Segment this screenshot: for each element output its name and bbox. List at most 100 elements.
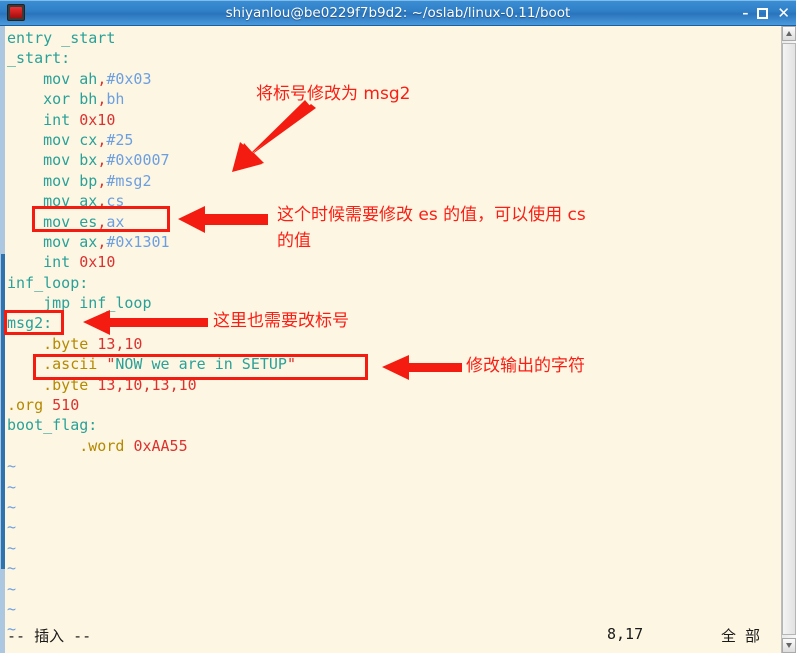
code-token: .ascii [7, 355, 107, 374]
code-token: ax [79, 232, 98, 251]
code-token: inf_loop: [7, 273, 89, 292]
vim-mode-indicator: -- 插入 -- [7, 627, 92, 645]
code-line: ~ [7, 497, 296, 517]
code-token: .org [7, 396, 53, 415]
code-token: , [97, 171, 107, 190]
code-token: _start: [7, 49, 71, 68]
code-token: 0x10 [79, 253, 116, 272]
code-token: mov [7, 232, 80, 251]
code-token: 13 [151, 375, 170, 394]
code-token: ~ [7, 457, 17, 476]
code-token: 13 [97, 375, 116, 394]
code-line: jmp inf_loop [7, 293, 296, 313]
code-token: ax [106, 212, 125, 231]
code-token: , [142, 375, 152, 394]
code-token: cx [79, 130, 98, 149]
code-token: ~ [7, 599, 17, 618]
code-token: int [7, 110, 80, 129]
code-token: 10 [124, 375, 143, 394]
code-line: msg2: [7, 313, 296, 333]
code-line: mov ax,cs [7, 191, 296, 211]
code-line: inf_loop: [7, 273, 296, 293]
code-token: .word [7, 436, 134, 455]
code-line: int 0x10 [7, 252, 296, 272]
code-token: 10 [124, 334, 143, 353]
code-token: NOW we are in SETUP [115, 355, 287, 374]
code-token: 0xAA55 [133, 436, 188, 455]
code-line: ~ [7, 517, 296, 537]
code-token: int [7, 253, 80, 272]
code-line: ~ [7, 538, 296, 558]
minimize-button[interactable]: – [742, 7, 748, 19]
code-token: entry _start [7, 29, 116, 47]
code-token: mov [7, 171, 80, 190]
vim-left-edge-bottom [1, 569, 5, 653]
code-token: msg2: [7, 314, 53, 333]
code-token: ~ [7, 579, 17, 598]
code-line: ~ [7, 456, 296, 476]
window-titlebar[interactable]: shiyanlou@be0229f7b9d2: ~/oslab/linux-0.… [0, 0, 796, 26]
code-token: , [97, 90, 107, 109]
code-line: .ascii "NOW we are in SETUP" [7, 354, 296, 374]
vim-left-edge-middle [1, 254, 5, 569]
code-line: mov bx,#0x0007 [7, 150, 296, 170]
code-line: entry _start [7, 28, 296, 48]
code-line: boot_flag: [7, 415, 296, 435]
close-button[interactable]: ✕ [777, 5, 790, 21]
code-token: , [97, 151, 107, 170]
code-token: , [169, 375, 179, 394]
code-token: bx [79, 151, 98, 170]
code-token: mov [7, 151, 80, 170]
code-line: .byte 13,10,13,10 [7, 375, 296, 395]
code-token: jmp inf_loop [7, 294, 152, 313]
code-line: .byte 13,10 [7, 334, 296, 354]
code-token: boot_flag: [7, 416, 98, 435]
scroll-percent: 全 部 [721, 627, 761, 645]
code-token: mov [7, 212, 80, 231]
vim-status-bar: -- 插入 -- 8,17 全 部 [7, 625, 777, 647]
maximize-button[interactable] [757, 7, 769, 19]
code-token: , [97, 192, 107, 211]
code-token: #25 [106, 130, 134, 149]
code-token: mov [7, 130, 80, 149]
code-token: 10 [178, 375, 197, 394]
code-line: mov ah,#0x03 [7, 69, 296, 89]
code-line: ~ [7, 477, 296, 497]
code-token: bh [106, 90, 125, 109]
code-token: , [97, 69, 107, 88]
code-token: 13 [97, 334, 116, 353]
code-token: ax [79, 192, 98, 211]
code-line: xor bh,bh [7, 89, 296, 109]
window-controls: – ✕ [742, 0, 790, 26]
code-token: mov [7, 69, 80, 88]
code-token: #0x0007 [106, 151, 170, 170]
vim-left-edge-top [1, 26, 5, 254]
code-token: ah [79, 69, 98, 88]
code-token: ~ [7, 559, 17, 578]
vertical-scrollbar[interactable] [781, 26, 796, 653]
code-token: ~ [7, 497, 17, 516]
code-token: mov [7, 192, 80, 211]
code-token: " [286, 355, 296, 374]
source-code-area[interactable]: entry _start _start: mov ah,#0x03 xor bh,… [7, 28, 296, 640]
code-token: ~ [7, 538, 17, 557]
code-token: .byte [7, 334, 98, 353]
terminal-content[interactable]: entry _start _start: mov ah,#0x03 xor bh,… [0, 26, 781, 653]
code-token: .byte [7, 375, 98, 394]
code-line: ~ [7, 579, 296, 599]
code-token: , [97, 130, 107, 149]
code-token: #0x03 [106, 69, 152, 88]
code-line: mov ax,#0x1301 [7, 232, 296, 252]
scroll-down-arrow-icon[interactable] [782, 638, 796, 653]
scrollbar-thumb[interactable] [782, 43, 796, 635]
scroll-up-arrow-icon[interactable] [782, 26, 796, 41]
code-token: es [79, 212, 98, 231]
code-line: ~ [7, 599, 296, 619]
code-line: .word 0xAA55 [7, 436, 296, 456]
code-token: ~ [7, 477, 17, 496]
window-title: shiyanlou@be0229f7b9d2: ~/oslab/linux-0.… [225, 5, 571, 21]
terminal-window: shiyanlou@be0229f7b9d2: ~/oslab/linux-0.… [0, 0, 796, 653]
code-token: xor [7, 90, 80, 109]
code-token: bp [79, 171, 98, 190]
code-token: 0x10 [79, 110, 116, 129]
